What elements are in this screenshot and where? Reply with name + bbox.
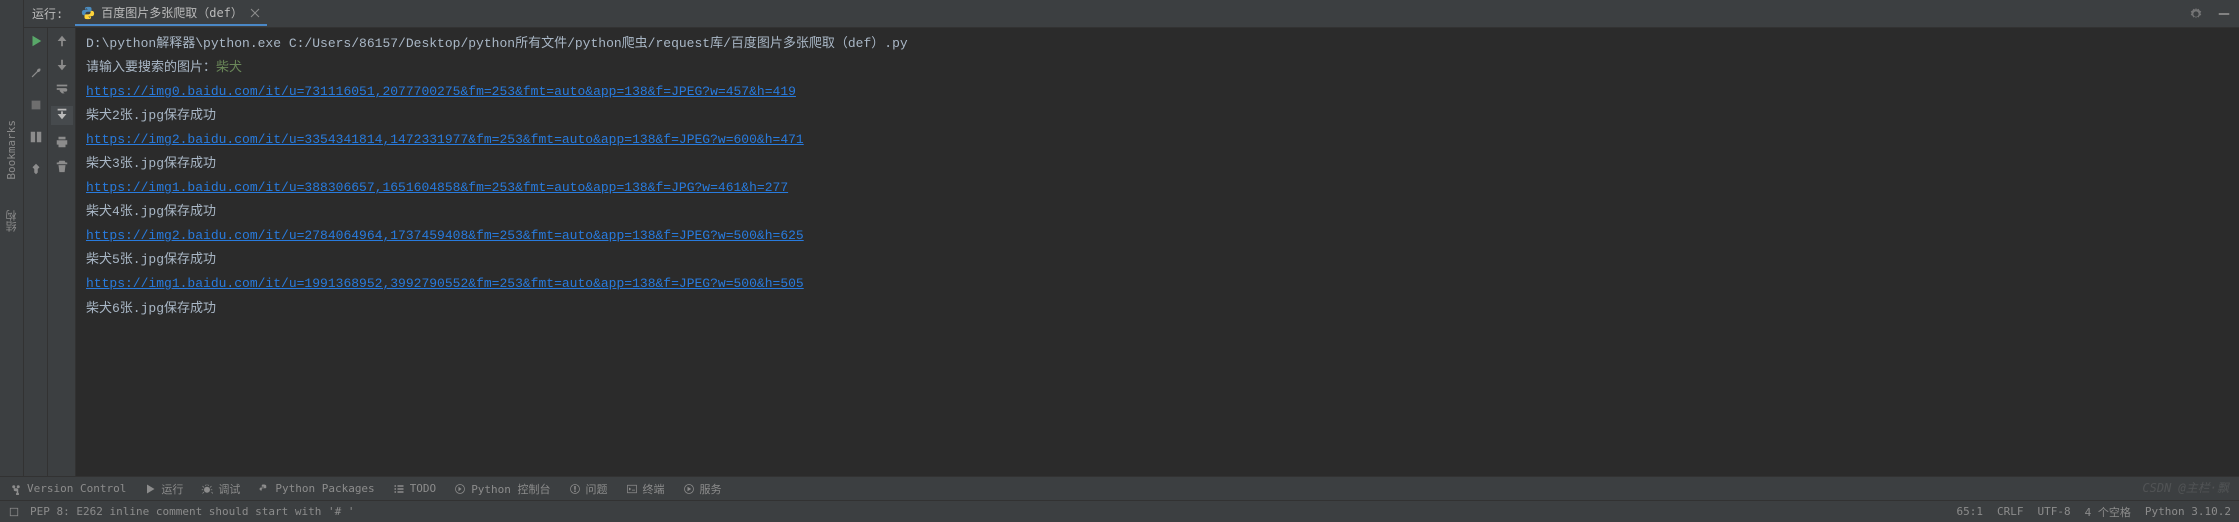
tw-run[interactable]: 运行 [144,481,183,497]
bookmarks-tool[interactable]: Bookmarks [5,120,18,180]
console-line: 柴犬6张.jpg保存成功 [86,297,2229,321]
tw-terminal[interactable]: 终端 [626,481,665,497]
tool-window-bar: Version Control 运行 调试 Python Packages TO… [0,476,2239,500]
close-tab-icon[interactable] [249,7,261,19]
tw-services-label: 服务 [700,481,722,497]
console-link[interactable]: https://img1.baidu.com/it/u=1991368952,3… [86,276,804,291]
tw-packages[interactable]: Python Packages [258,482,374,495]
run-tab-title: 百度图片多张爬取（def） [101,4,243,21]
tw-packages-label: Python Packages [275,482,374,495]
left-toolbar: Bookmarks 结构 [0,0,24,476]
run-panel: 运行: 百度图片多张爬取（def） [24,0,2239,476]
terminal-icon [626,483,638,495]
status-interpreter[interactable]: Python 3.10.2 [2145,505,2231,518]
tw-todo[interactable]: TODO [393,482,437,495]
scroll-to-end-icon[interactable] [55,107,69,121]
run-tab[interactable]: 百度图片多张爬取（def） [75,2,267,26]
print-icon[interactable] [55,135,69,149]
tw-todo-label: TODO [410,482,437,495]
tw-services[interactable]: 服务 [683,481,722,497]
tw-vcs-label: Version Control [27,482,126,495]
console-line: 柴犬5张.jpg保存成功 [86,248,2229,272]
console-output[interactable]: D:\python解释器\python.exe C:/Users/86157/D… [76,28,2239,476]
stop-icon[interactable] [29,98,43,112]
run-gutter-2 [48,28,76,476]
run-header: 运行: 百度图片多张爬取（def） [24,0,2239,28]
run-label: 运行: [32,5,63,22]
console-link[interactable]: https://img2.baidu.com/it/u=3354341814,1… [86,132,804,147]
console-link[interactable]: https://img2.baidu.com/it/u=2784064964,1… [86,228,804,243]
tw-problems[interactable]: 问题 [569,481,608,497]
status-message[interactable]: PEP 8: E262 inline comment should start … [30,505,355,518]
python-icon [81,6,95,20]
arrow-up-icon[interactable] [55,34,69,48]
console-link[interactable]: https://img0.baidu.com/it/u=731116051,20… [86,84,796,99]
layout-icon[interactable] [29,130,43,144]
tw-debug[interactable]: 调试 [201,481,240,497]
status-encoding[interactable]: UTF-8 [2038,505,2071,518]
soft-wrap-icon[interactable] [55,82,69,96]
console-line: 柴犬2张.jpg保存成功 [86,104,2229,128]
status-position[interactable]: 65:1 [1957,505,1984,518]
pin-icon[interactable] [29,162,43,176]
watermark: CSDN @主栏·飘 [2142,479,2229,496]
python-small-icon [258,483,270,495]
status-bar: PEP 8: E262 inline comment should start … [0,500,2239,522]
status-indent[interactable]: 4 个空格 [2085,504,2131,520]
tw-debug-label: 调试 [218,481,240,497]
tw-terminal-label: 终端 [643,481,665,497]
gear-icon[interactable] [2189,7,2203,21]
tw-pyconsole-label: Python 控制台 [471,481,550,497]
branch-icon [10,483,22,495]
tw-problems-label: 问题 [586,481,608,497]
rerun-icon[interactable] [29,34,43,48]
status-line-ending[interactable]: CRLF [1997,505,2024,518]
run-gutter-1 [24,28,48,476]
problems-icon [569,483,581,495]
status-square-icon[interactable] [8,506,20,518]
tw-python-console[interactable]: Python 控制台 [454,481,550,497]
todo-icon [393,483,405,495]
services-icon [683,483,695,495]
play-icon [144,483,156,495]
structure-tool[interactable]: 结构 [4,210,20,232]
wrench-icon[interactable] [29,66,43,80]
console-link[interactable]: https://img1.baidu.com/it/u=388306657,16… [86,180,788,195]
minimize-icon[interactable] [2217,7,2231,21]
tw-version-control[interactable]: Version Control [10,482,126,495]
console-line: 柴犬4张.jpg保存成功 [86,200,2229,224]
console-line: 柴犬3张.jpg保存成功 [86,152,2229,176]
python-console-icon [454,483,466,495]
tw-run-label: 运行 [161,481,183,497]
trash-icon[interactable] [55,159,69,173]
arrow-down-icon[interactable] [55,58,69,72]
bug-icon [201,483,213,495]
